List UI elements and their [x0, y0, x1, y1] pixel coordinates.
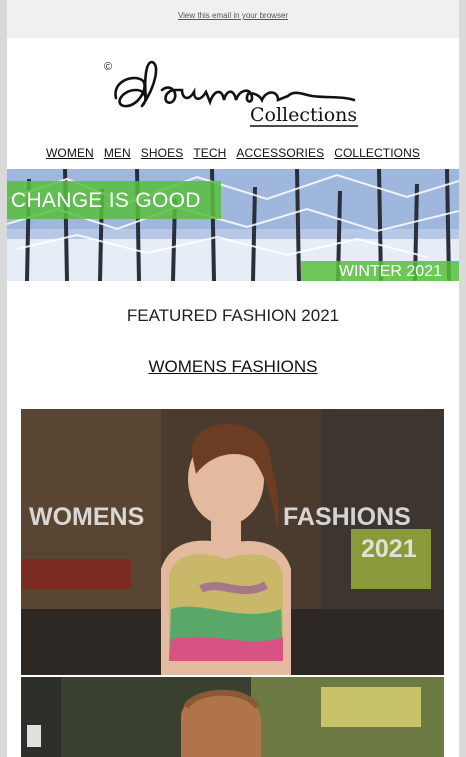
womens-fashion-hero-image[interactable]: WOMENS FASHIONS 2021: [21, 409, 444, 675]
brand-logo[interactable]: © Collections: [102, 56, 372, 130]
view-in-browser-link[interactable]: View this email in your browser: [7, 11, 459, 20]
photo-overlay-left: WOMENS: [29, 503, 145, 531]
winter-banner[interactable]: CHANGE IS GOOD WINTER 2021: [7, 169, 459, 281]
logo-script-icon: © Collections: [104, 60, 358, 127]
second-fashion-image[interactable]: [21, 677, 444, 757]
season-label: WINTER 2021: [338, 263, 442, 280]
category-nav: WOMEN MEN SHOES TECH ACCESSORIES COLLECT…: [7, 146, 459, 160]
nav-men[interactable]: MEN: [104, 146, 131, 160]
banner-title: CHANGE IS GOOD: [11, 189, 201, 212]
nav-accessories[interactable]: ACCESSORIES: [236, 146, 324, 160]
nav-collections[interactable]: COLLECTIONS: [334, 146, 420, 160]
photo-overlay-right: FASHIONS: [283, 503, 411, 531]
copyright-mark: ©: [104, 61, 112, 73]
nav-shoes[interactable]: SHOES: [141, 146, 184, 160]
nav-tech[interactable]: TECH: [193, 146, 226, 160]
email-body: View this email in your browser © Collec…: [7, 0, 459, 757]
email-background: View this email in your browser © Collec…: [0, 0, 466, 757]
photo-overlay-year: 2021: [361, 535, 417, 563]
womens-fashions-link[interactable]: WOMENS FASHIONS: [7, 357, 459, 377]
featured-heading: FEATURED FASHION 2021: [126, 306, 340, 325]
collections-wordmark: Collections: [250, 104, 357, 126]
preheader: View this email in your browser: [7, 0, 459, 38]
gym-model-photo-2: [21, 677, 444, 757]
nav-women[interactable]: WOMEN: [46, 146, 94, 160]
